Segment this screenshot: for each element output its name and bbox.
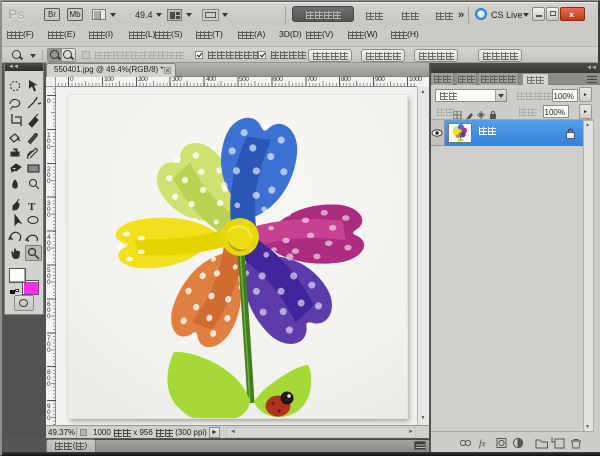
svg-text:fx: fx <box>479 439 486 449</box>
svg-text:T: T <box>28 201 36 213</box>
